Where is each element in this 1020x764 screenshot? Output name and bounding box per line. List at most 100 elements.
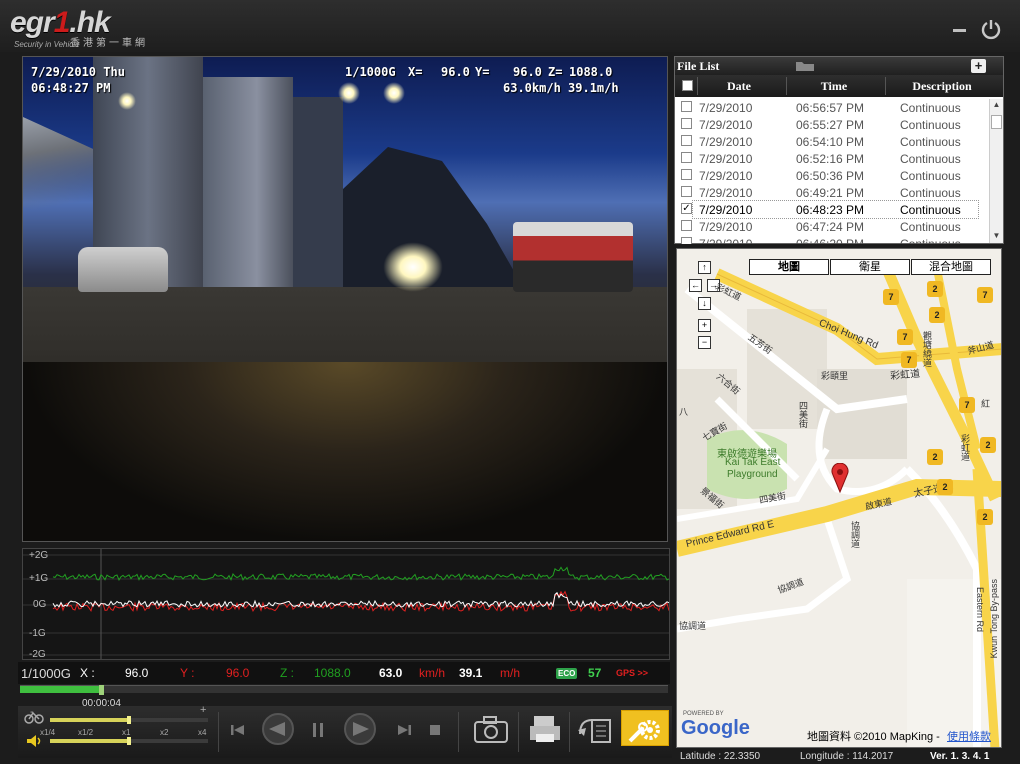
row-date: 7/29/2010 <box>699 152 753 166</box>
file-row[interactable]: 7/29/2010 06:54:10 PM Continuous <box>675 133 989 150</box>
row-checkbox[interactable] <box>681 152 692 163</box>
print-button[interactable] <box>528 714 562 744</box>
route-shield: 7 <box>897 329 913 345</box>
rewind-button[interactable] <box>261 712 295 746</box>
file-list-scrollbar[interactable]: ▲ ▼ <box>989 99 1003 243</box>
osd-time: 06:48:27 PM <box>31 81 111 95</box>
readout-z-label: Z : <box>280 666 294 680</box>
scroll-up-icon[interactable]: ▲ <box>991 100 1002 111</box>
speed-minus: - <box>30 706 34 718</box>
location-marker-icon[interactable] <box>831 463 849 493</box>
speed-slider[interactable] <box>50 716 208 724</box>
file-row[interactable]: 7/29/2010 06:56:57 PM Continuous <box>675 99 989 116</box>
map-type-satellite[interactable]: 衛星 <box>830 259 910 275</box>
skip-forward-button[interactable] <box>396 722 412 738</box>
row-date: 7/29/2010 <box>699 186 753 200</box>
settings-button[interactable] <box>621 710 669 746</box>
divider <box>518 712 519 752</box>
zoom-in-icon[interactable]: + <box>698 319 711 332</box>
divider <box>569 712 570 752</box>
add-file-icon[interactable]: + <box>971 59 986 73</box>
pan-down-icon[interactable]: ↓ <box>698 297 711 310</box>
route-shield: 7 <box>959 397 975 413</box>
folder-icon[interactable] <box>795 60 815 72</box>
row-checkbox[interactable] <box>681 118 692 129</box>
file-row[interactable]: 7/29/2010 06:47:24 PM Continuous <box>675 218 989 235</box>
row-checkbox[interactable] <box>681 101 692 112</box>
playback-timeline[interactable] <box>20 685 668 695</box>
osd-z-value: 1088.0 <box>569 65 613 79</box>
row-checkbox[interactable] <box>681 135 692 146</box>
osd-x-value: 96.0 <box>441 65 470 79</box>
file-row[interactable]: 7/29/2010 06:46:20 PM Continuous <box>675 235 989 244</box>
volume-slider-thumb[interactable] <box>127 737 131 745</box>
route-shield: 7 <box>901 352 917 368</box>
row-checkbox[interactable] <box>681 186 692 197</box>
speed-label: x4 <box>198 728 207 737</box>
row-checkbox[interactable]: ✓ <box>681 203 692 214</box>
video-frame-building <box>293 97 343 287</box>
terms-of-use-link[interactable]: 使用條款 <box>947 728 991 744</box>
map-roads <box>677 266 1001 747</box>
stop-button[interactable] <box>428 723 442 737</box>
play-button[interactable] <box>343 712 377 746</box>
readout-scale: 1/1000G <box>21 666 71 681</box>
bike-speed-icon <box>24 711 44 724</box>
pan-left-icon[interactable]: ← <box>689 279 702 292</box>
speed-slider-thumb[interactable] <box>127 716 131 724</box>
row-time: 06:46:20 PM <box>796 237 865 244</box>
column-time[interactable]: Time <box>786 79 882 94</box>
skip-back-button[interactable] <box>230 722 246 738</box>
map-type-hybrid[interactable]: 混合地圖 <box>911 259 991 275</box>
gsensor-graph: +2G +1G 0G -1G -2G <box>22 548 670 660</box>
power-button[interactable] <box>980 18 1002 40</box>
zoom-out-icon[interactable]: − <box>698 336 711 349</box>
graph-ylabel: -1G <box>29 628 46 639</box>
row-checkbox[interactable] <box>681 169 692 180</box>
export-button[interactable] <box>576 714 614 744</box>
file-row[interactable]: 7/29/2010 06:52:16 PM Continuous <box>675 150 989 167</box>
map-label: Eastern Rd <box>975 587 985 633</box>
file-row[interactable]: 7/29/2010 06:50:36 PM Continuous <box>675 167 989 184</box>
row-checkbox[interactable] <box>681 237 692 244</box>
file-list-header: File List + <box>675 57 1003 75</box>
column-date[interactable]: Date <box>697 79 781 94</box>
route-shield: 7 <box>883 289 899 305</box>
row-time: 06:48:23 PM <box>796 203 865 217</box>
pan-up-icon[interactable]: ↑ <box>698 261 711 274</box>
file-row[interactable]: 7/29/2010 06:49:21 PM Continuous <box>675 184 989 201</box>
pause-button[interactable] <box>310 721 326 739</box>
longitude: Longitude : 114.2017 <box>800 751 894 762</box>
osd-shutter: 1/1000G <box>345 65 396 79</box>
scroll-down-icon[interactable]: ▼ <box>991 231 1002 242</box>
timeline-progress <box>20 686 101 693</box>
minimize-button[interactable] <box>950 18 970 38</box>
speed-plus: + <box>200 704 207 716</box>
column-description[interactable]: Description <box>885 79 999 94</box>
readout-z-value: 1088.0 <box>314 666 351 680</box>
route-shield: 2 <box>980 437 996 453</box>
map-type-map[interactable]: 地圖 <box>749 259 829 275</box>
row-description: Continuous <box>900 237 961 244</box>
speed-label: x2 <box>160 728 169 737</box>
gps-status: GPS >> <box>616 668 649 678</box>
row-date: 7/29/2010 <box>699 220 753 234</box>
volume-slider[interactable] <box>50 737 208 745</box>
video-frame-streetlight <box>338 82 360 104</box>
row-checkbox[interactable] <box>681 220 692 231</box>
map-panel[interactable]: 地圖 衛星 混合地圖 ↑ ← → ↓ + − Choi Hung Rd 彩虹道 … <box>676 248 1002 748</box>
scroll-thumb[interactable] <box>991 115 1002 129</box>
video-player[interactable]: 7/29/2010 Thu 06:48:27 PM 1/1000G X= 96.… <box>22 56 668 542</box>
timeline-thumb[interactable] <box>99 685 104 695</box>
select-all-checkbox[interactable] <box>682 80 693 91</box>
readout-x-label: X : <box>80 666 95 680</box>
graph-ylabel: -2G <box>29 649 46 660</box>
file-row[interactable]: ✓ 7/29/2010 06:48:23 PM Continuous <box>675 200 989 219</box>
osd-y-value: 96.0 <box>513 65 542 79</box>
snapshot-button[interactable] <box>473 714 509 744</box>
file-row[interactable]: 7/29/2010 06:55:27 PM Continuous <box>675 116 989 133</box>
graph-ylabel: +1G <box>29 573 49 584</box>
map-label: Playground <box>727 469 778 480</box>
file-list-rows: 7/29/2010 06:56:57 PM Continuous 7/29/2010 0… <box>675 99 989 244</box>
readout-speed-mph: 39.1 <box>459 666 483 680</box>
